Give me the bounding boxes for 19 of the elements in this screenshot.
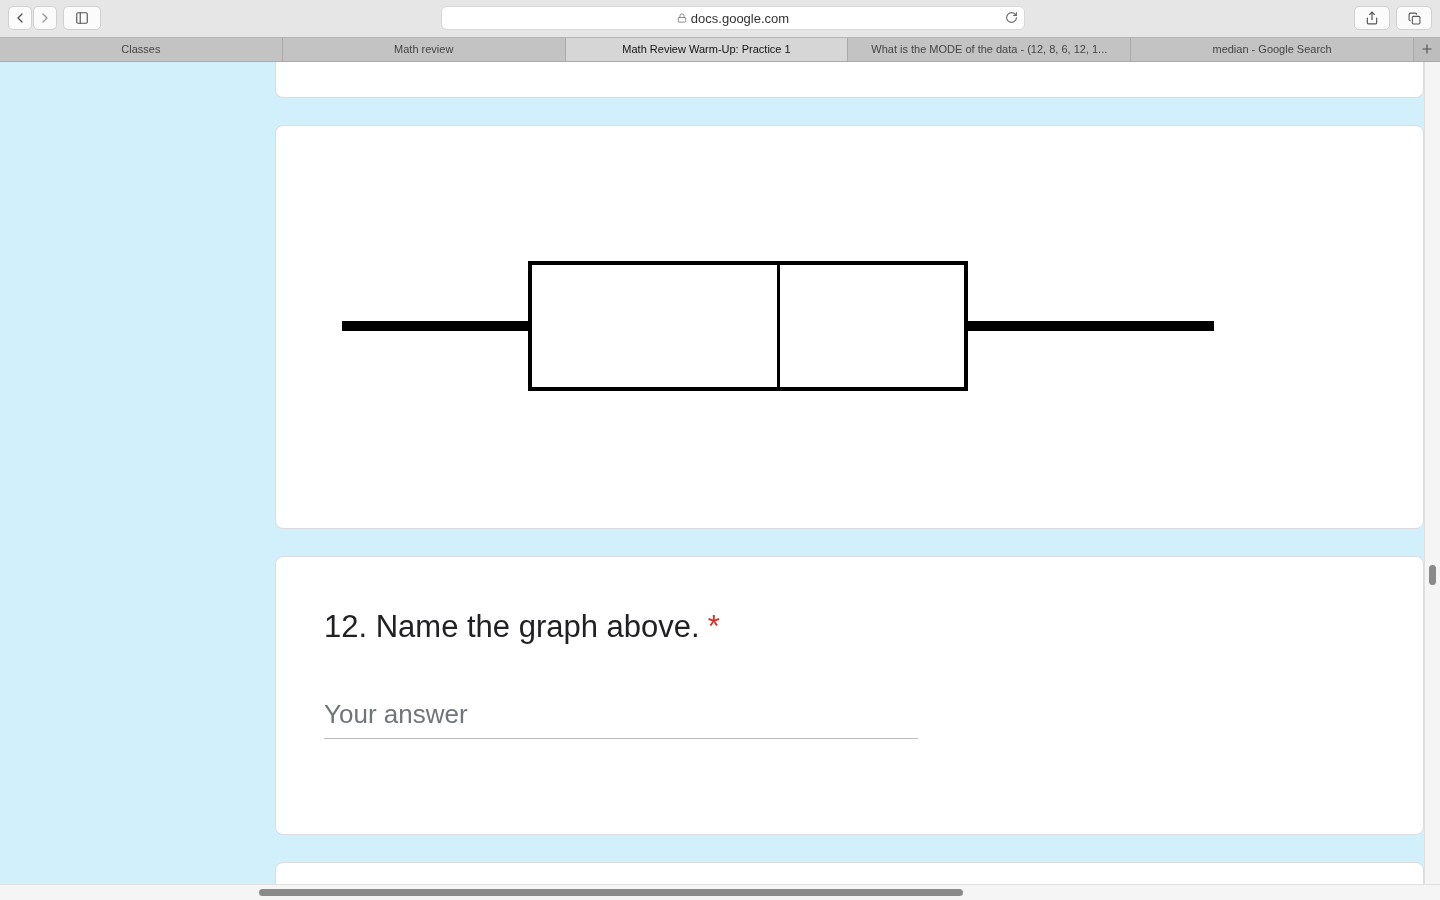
share-button[interactable]: [1354, 6, 1390, 31]
browser-tab[interactable]: median - Google Search: [1131, 37, 1414, 61]
reload-icon[interactable]: [1005, 11, 1018, 25]
required-mark: *: [707, 608, 720, 645]
browser-tab[interactable]: What is the MODE of the data - (12, 8, 6, 12, 1...: [848, 37, 1132, 61]
lock-icon: [676, 13, 687, 24]
browser-tab[interactable]: Math Review Warm-Up: Practice 1: [565, 37, 849, 61]
address-bar[interactable]: docs.google.com: [441, 6, 1025, 31]
tabs-icon: [1407, 11, 1421, 25]
sidebar-button[interactable]: [63, 6, 101, 31]
question-title: 12. Name the graph above.: [324, 608, 700, 645]
browser-tab[interactable]: Math review: [282, 37, 566, 61]
sidebar-icon: [75, 11, 89, 26]
share-icon: [1365, 11, 1379, 26]
browser-tab[interactable]: Classes: [0, 37, 283, 61]
new-tab-icon[interactable]: [1420, 42, 1434, 57]
tabs-overview-button[interactable]: [1396, 6, 1432, 31]
url-text: docs.google.com: [690, 10, 790, 26]
back-button[interactable]: [8, 6, 32, 31]
